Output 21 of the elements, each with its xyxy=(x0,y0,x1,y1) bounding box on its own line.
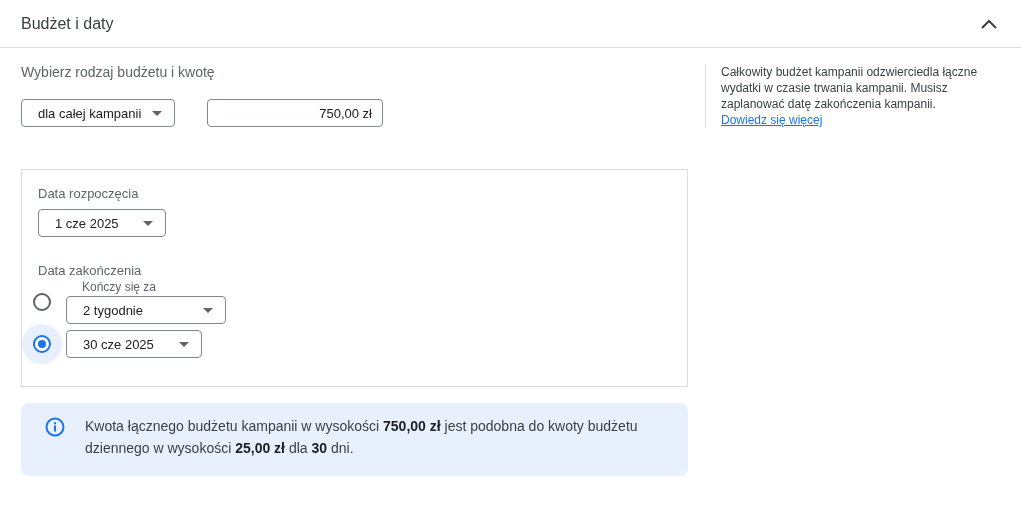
field-label: Kończy się za xyxy=(82,280,158,294)
dropdown-caret-icon xyxy=(203,307,213,313)
end-date-dropdown[interactable]: 2 tygodnie xyxy=(66,296,226,324)
amount-field[interactable]: 750,00 zł xyxy=(207,99,383,127)
budget-type-dropdown[interactable]: dla całej kampanii xyxy=(21,99,175,127)
dropdown-caret-icon xyxy=(179,341,189,347)
start-date-label: Data rozpoczęcia xyxy=(38,186,140,201)
learn-more-link[interactable]: Dowiedz się więcej xyxy=(721,113,823,127)
help-text: Całkowity budżet kampanii odzwierciedla łączne wydatki w czasie trwania kampanii. Musisz zaplanować datę zakończenia kampanii. xyxy=(721,64,979,112)
info-text: Kwota łącznego budżetu kampanii w wysokości 750,00 zł jest podobna do kwoty budżetu dziennego w wysokości 25,00 zł dla 30 dni. xyxy=(85,417,639,458)
budget-label: Wybierz rodzaj budżetu i kwotę xyxy=(21,64,216,80)
info-icon xyxy=(45,417,65,437)
section-title: Budżet i daty xyxy=(21,14,114,33)
dropdown-caret-icon xyxy=(152,110,162,116)
start-date-dropdown[interactable]: 1 cze 2025 xyxy=(38,209,166,237)
radio-button[interactable] xyxy=(33,293,51,311)
radio-button[interactable] xyxy=(33,335,51,353)
end-date-label: Data zakończenia xyxy=(38,263,143,278)
dropdown-caret-icon xyxy=(143,220,153,226)
chevron-icon xyxy=(981,18,997,29)
end-date-dropdown[interactable]: 30 cze 2025 xyxy=(66,330,202,358)
